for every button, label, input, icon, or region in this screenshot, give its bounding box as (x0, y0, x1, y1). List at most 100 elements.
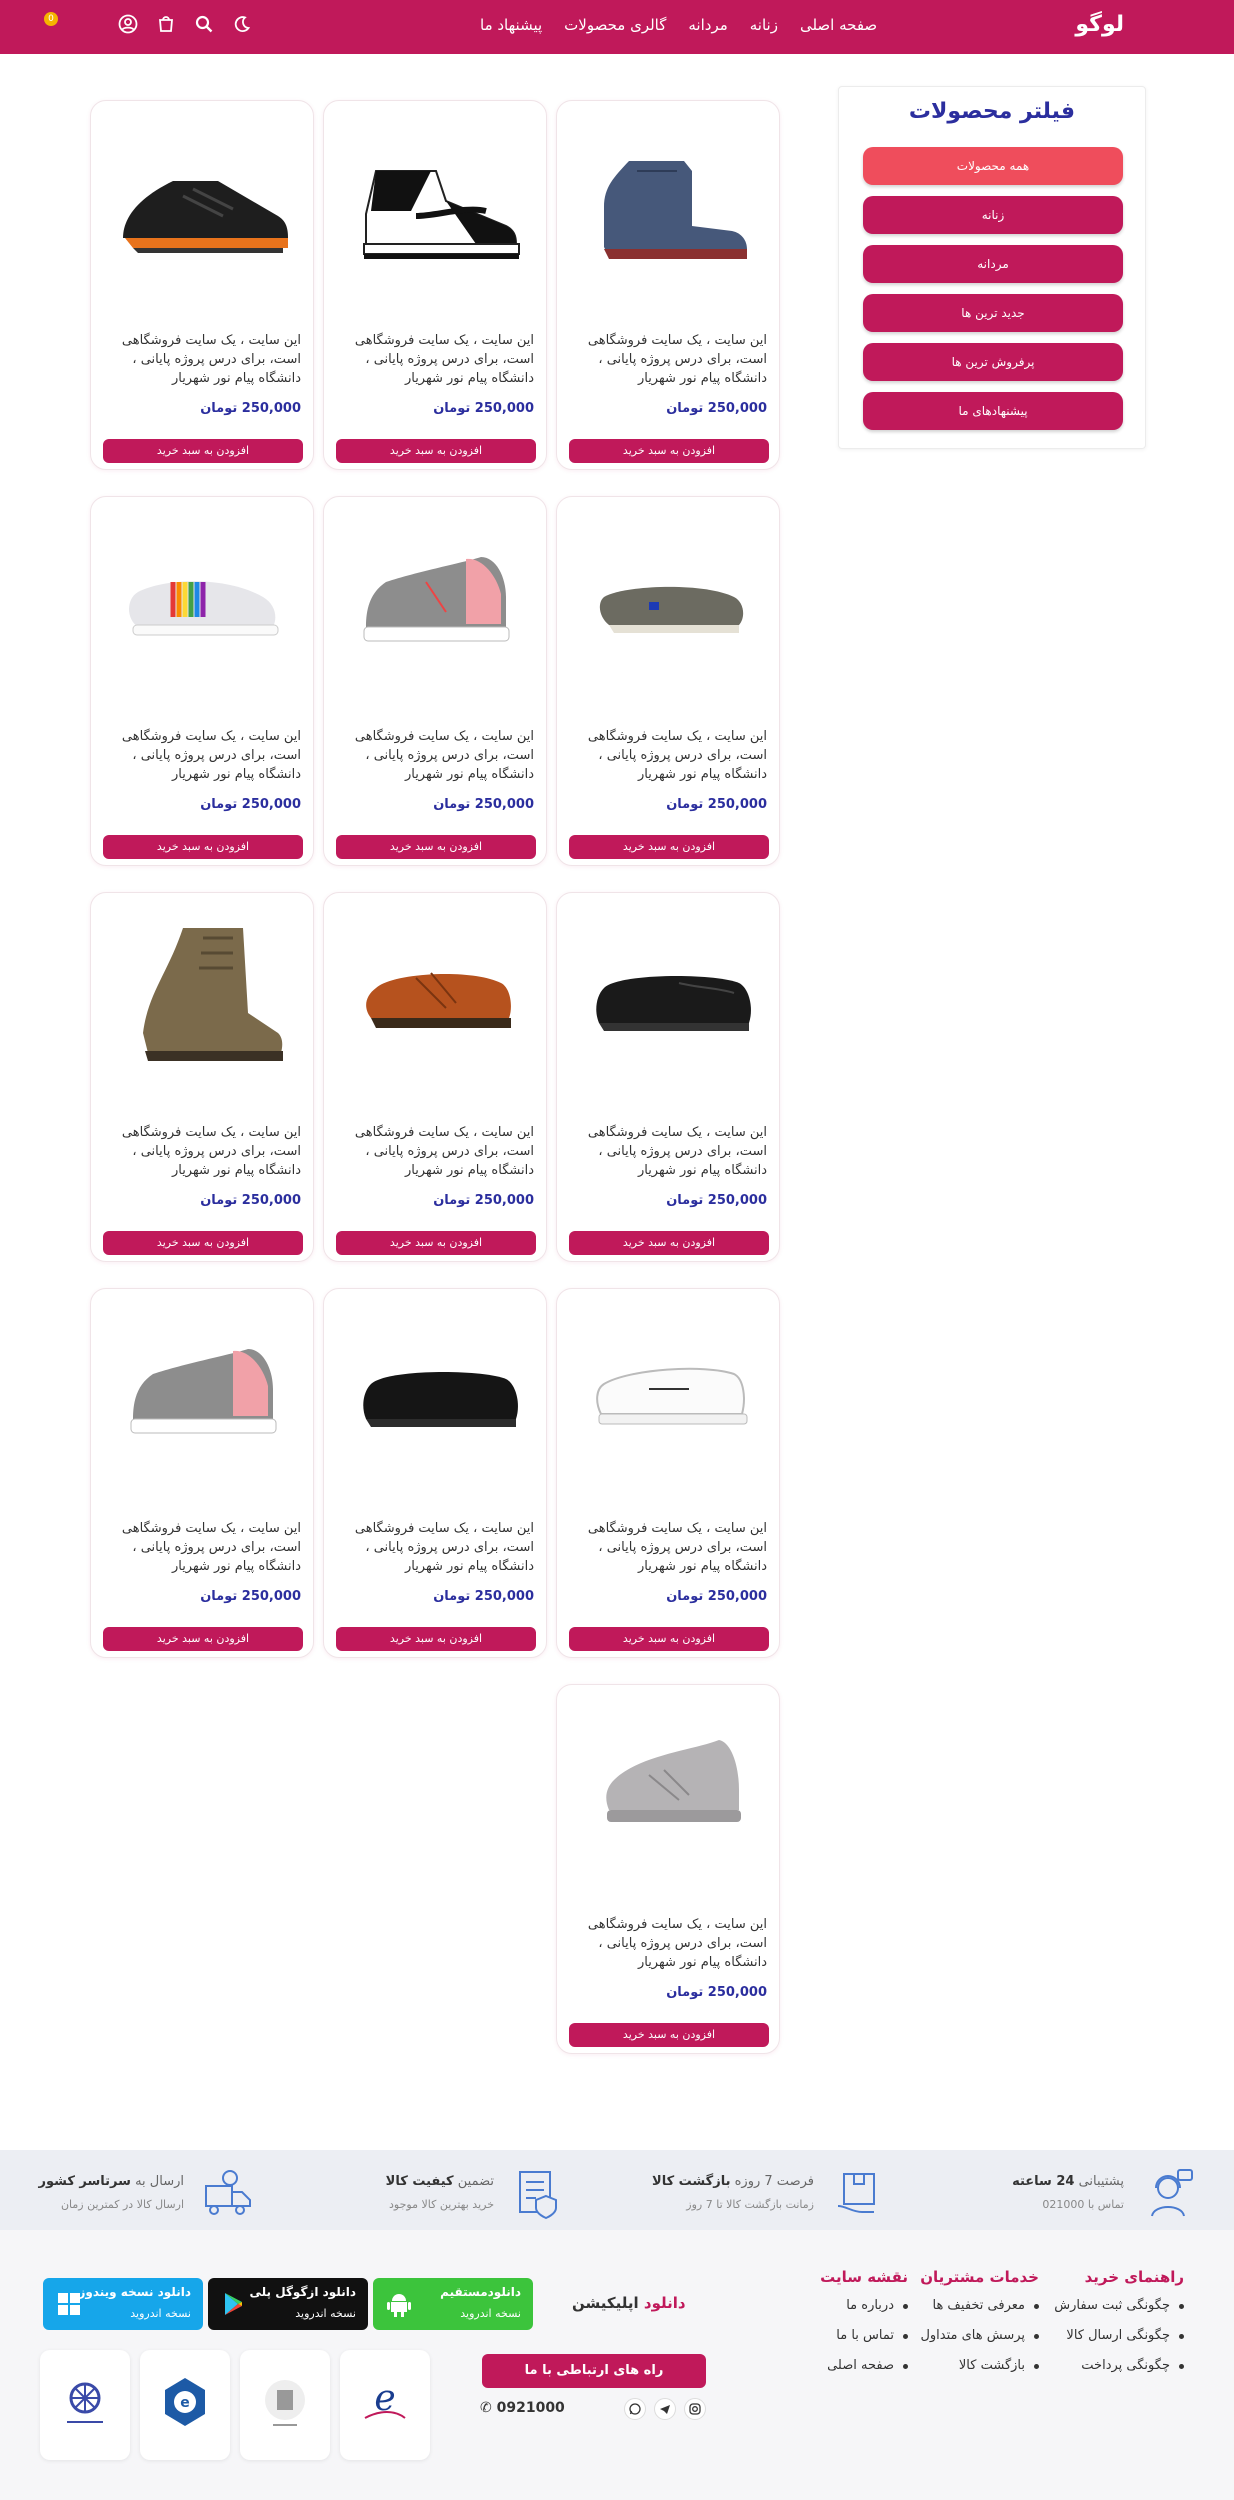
quality-document-icon (510, 2166, 566, 2226)
product-description: این سایت ، یک سایت فروشگاهی است، برای در… (121, 333, 301, 386)
product-image[interactable] (334, 517, 538, 687)
telegram-icon[interactable] (654, 2398, 676, 2420)
product-image[interactable] (567, 517, 771, 687)
footer-column-customer-service: خدمات مشتریان معرفی تخفیف ها پرسش های مت… (920, 2268, 1039, 2388)
product-price: 250,000 تومان (200, 1589, 301, 1604)
add-to-cart-button[interactable]: افزودن به سبد خرید (336, 1231, 536, 1255)
footer-link[interactable]: پرسش های متداول (920, 2328, 1039, 2343)
contact-us-button[interactable]: راه های ارتباطی با ما (482, 2354, 706, 2388)
store-title: دانلود نسخه ویندوز (78, 2285, 191, 2299)
footer-column-title: خدمات مشتریان (920, 2268, 1039, 2286)
product-card: این سایت ، یک سایت فروشگاهی است، برای در… (556, 100, 780, 470)
app-download-label: دانلود اپلیکیشن (572, 2294, 686, 2312)
whatsapp-icon[interactable] (624, 2398, 646, 2420)
product-card: این سایت ، یک سایت فروشگاهی است، برای در… (90, 892, 314, 1262)
nav-gallery[interactable]: گالری محصولات (564, 16, 666, 34)
add-to-cart-button[interactable]: افزودن به سبد خرید (103, 1231, 303, 1255)
footer-column-title: نقشه سایت (820, 2268, 908, 2286)
filter-panel: فیلتر محصولات همه محصولات زنانه مردانه ج… (838, 86, 1146, 449)
product-image[interactable] (567, 1309, 771, 1479)
product-description: این سایت ، یک سایت فروشگاهی است، برای در… (121, 1125, 301, 1178)
feature-return: فرصت 7 روزه بازگشت کالا زمانت بازگشت کال… (620, 2164, 900, 2220)
product-image[interactable] (101, 121, 305, 291)
add-to-cart-button[interactable]: افزودن به سبد خرید (103, 1627, 303, 1651)
product-price: 250,000 تومان (433, 1589, 534, 1604)
filter-men-button[interactable]: مردانه (863, 245, 1123, 283)
windows-download-button[interactable]: دانلود نسخه ویندوز نسخه اندروید (43, 2278, 203, 2330)
add-to-cart-button[interactable]: افزودن به سبد خرید (569, 2023, 769, 2047)
google-play-button[interactable]: دانلود ازگوگل پلی نسخه اندروید (208, 2278, 368, 2330)
footer-link[interactable]: تماس با ما (820, 2328, 908, 2343)
moon-icon[interactable] (232, 14, 252, 34)
return-box-icon (830, 2166, 886, 2226)
product-description: این سایت ، یک سایت فروشگاهی است، برای در… (121, 729, 301, 782)
product-card: این سایت ، یک سایت فروشگاهی است، برای در… (556, 1288, 780, 1658)
nav-home[interactable]: صفحه اصلی (800, 16, 877, 34)
product-image[interactable] (334, 1309, 538, 1479)
product-image[interactable] (101, 913, 305, 1083)
footer-link[interactable]: صفحه اصلی (820, 2358, 908, 2373)
product-image[interactable] (334, 913, 538, 1083)
footer-link[interactable]: معرفی تخفیف ها (920, 2298, 1039, 2313)
add-to-cart-button[interactable]: افزودن به سبد خرید (569, 835, 769, 859)
features-strip: پشتیبانی 24 ساعته تماس با 021000 فرصت 7 … (0, 2150, 1234, 2230)
product-image[interactable] (567, 1705, 771, 1875)
cart-count-badge: 0 (44, 12, 58, 26)
add-to-cart-button[interactable]: افزودن به سبد خرید (103, 835, 303, 859)
android-icon (385, 2290, 413, 2322)
footer-link[interactable]: چگونگی ارسال کالا (1054, 2328, 1184, 2343)
product-price: 250,000 تومان (666, 1193, 767, 1208)
filter-all-button[interactable]: همه محصولات (863, 147, 1123, 185)
product-image[interactable] (101, 517, 305, 687)
add-to-cart-button[interactable]: افزودن به سبد خرید (336, 439, 536, 463)
product-image[interactable] (567, 121, 771, 291)
add-to-cart-button[interactable]: افزودن به سبد خرید (336, 835, 536, 859)
user-icon[interactable] (118, 14, 138, 34)
site-logo[interactable]: لوگو (1075, 12, 1124, 37)
feature-subtitle: زمانت بازگشت کالا تا 7 روز (686, 2198, 814, 2211)
samandehi-badge[interactable] (240, 2350, 330, 2460)
filter-bestselling-button[interactable]: پرفروش ترین ها (863, 343, 1123, 381)
add-to-cart-button[interactable]: افزودن به سبد خرید (103, 439, 303, 463)
product-price: 250,000 تومان (200, 401, 301, 416)
filter-offers-button[interactable]: پیشنهادهای ما (863, 392, 1123, 430)
direct-download-button[interactable]: دانلودمستقیم نسخه اندروید (373, 2278, 533, 2330)
search-icon[interactable] (194, 14, 214, 34)
add-to-cart-button[interactable]: افزودن به سبد خرید (336, 1627, 536, 1651)
enamad-badge[interactable]: e (340, 2350, 430, 2460)
feature-subtitle: خرید بهترین کالا موجود (389, 2198, 494, 2211)
product-description: این سایت ، یک سایت فروشگاهی است، برای در… (587, 1917, 767, 1970)
phone-number[interactable]: ✆ 0921000 (480, 2400, 565, 2416)
nav-men[interactable]: مردانه (688, 16, 727, 34)
filter-women-button[interactable]: زنانه (863, 196, 1123, 234)
product-image[interactable] (334, 121, 538, 291)
product-image[interactable] (101, 1309, 305, 1479)
top-navbar: لوگو صفحه اصلی زنانه مردانه گالری محصولا… (0, 0, 1234, 54)
footer-column-sitemap: نقشه سایت درباره ما تماس با ما صفحه اصلی (820, 2268, 908, 2388)
cart-icon[interactable] (156, 14, 176, 34)
footer-link[interactable]: بازگشت کالا (920, 2358, 1039, 2373)
social-links (624, 2398, 706, 2420)
footer-link[interactable]: چگونگی پرداخت (1054, 2358, 1184, 2373)
product-price: 250,000 تومان (433, 401, 534, 416)
nav-offers[interactable]: پیشنهاد ما (480, 16, 542, 34)
product-card: این سایت ، یک سایت فروشگاهی است، برای در… (323, 1288, 547, 1658)
fast-delivery-icon (200, 2166, 256, 2226)
union-badge[interactable] (40, 2350, 130, 2460)
nav-icons (118, 14, 252, 34)
product-card: این سایت ، یک سایت فروشگاهی است، برای در… (323, 100, 547, 470)
e-trust-badge[interactable]: e (140, 2350, 230, 2460)
product-description: این سایت ، یک سایت فروشگاهی است، برای در… (587, 1125, 767, 1178)
nav-women[interactable]: زنانه (750, 16, 778, 34)
store-subtitle: نسخه اندروید (460, 2307, 521, 2320)
add-to-cart-button[interactable]: افزودن به سبد خرید (569, 439, 769, 463)
feature-delivery: ارسال به سرتاسر کشور ارسال کالا در کمتری… (0, 2164, 270, 2220)
filter-newest-button[interactable]: جدید ترین ها (863, 294, 1123, 332)
feature-quality: تضمین کیفیت کالا خرید بهترین کالا موجود (300, 2164, 580, 2220)
product-image[interactable] (567, 913, 771, 1083)
instagram-icon[interactable] (684, 2398, 706, 2420)
footer-link[interactable]: درباره ما (820, 2298, 908, 2313)
add-to-cart-button[interactable]: افزودن به سبد خرید (569, 1627, 769, 1651)
add-to-cart-button[interactable]: افزودن به سبد خرید (569, 1231, 769, 1255)
footer-link[interactable]: چگونگی ثبت سفارش (1054, 2298, 1184, 2313)
